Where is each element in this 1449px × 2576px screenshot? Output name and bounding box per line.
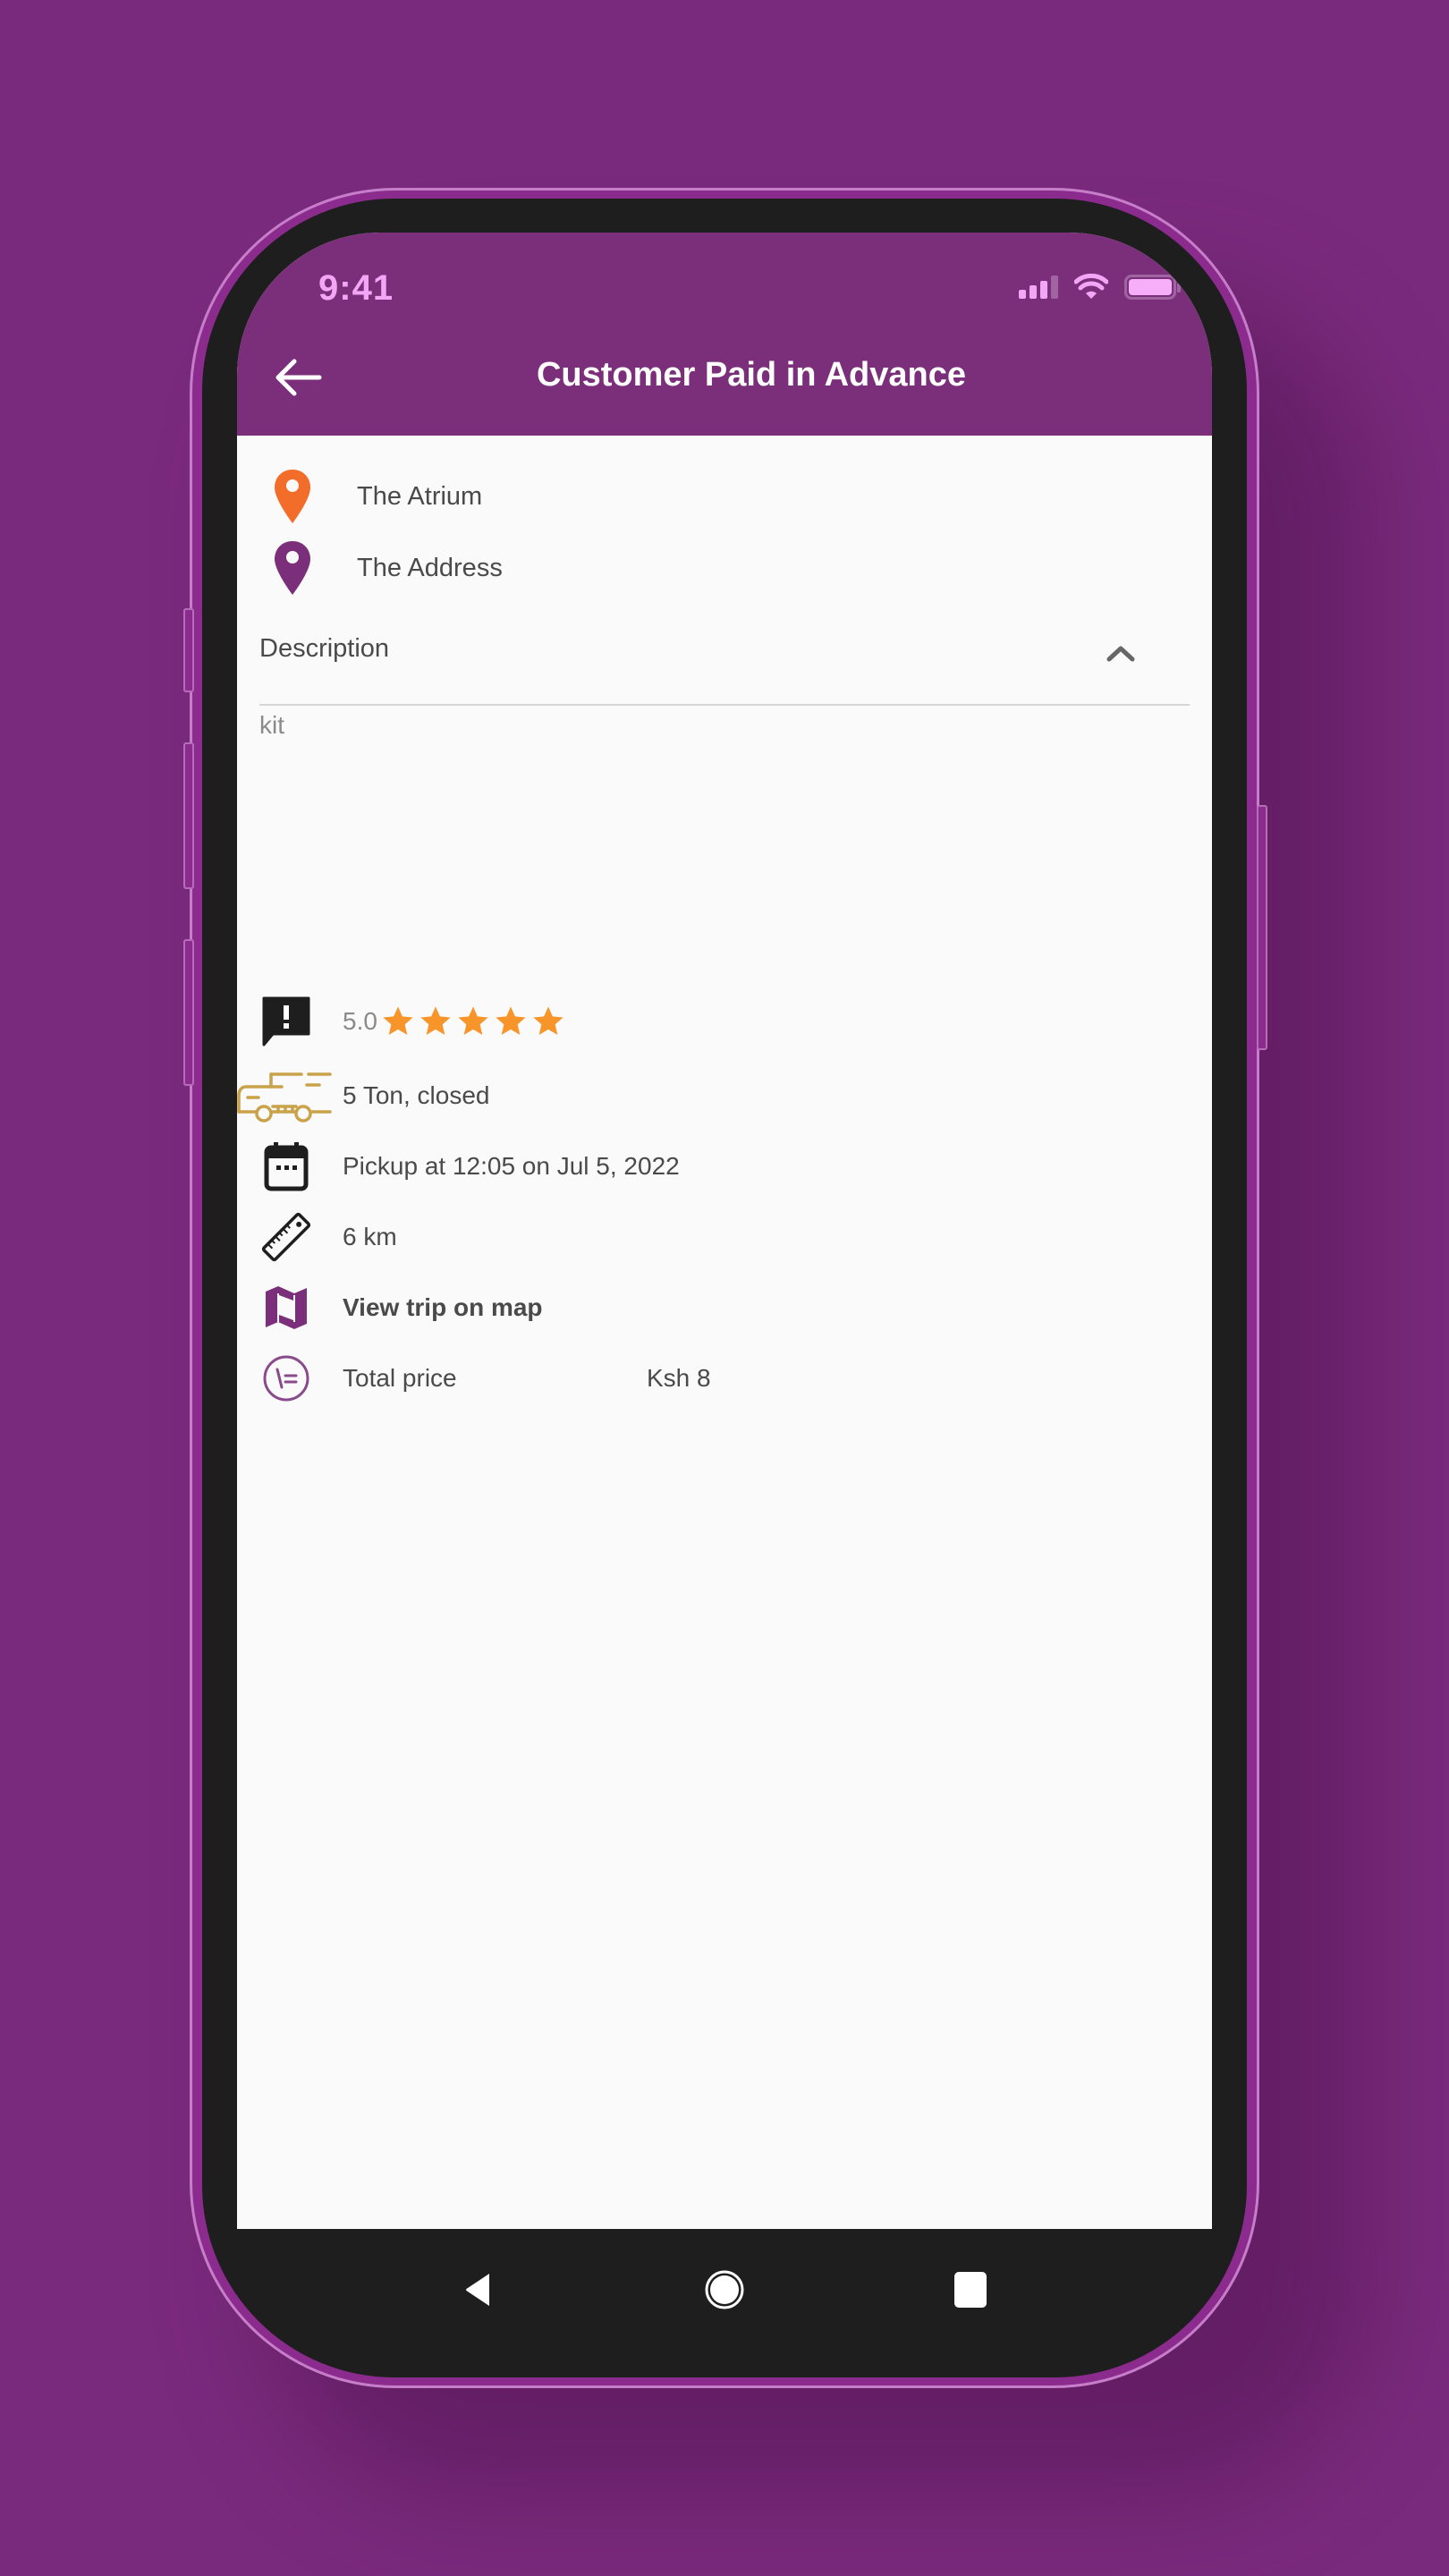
distance-row: 6 km — [255, 1208, 397, 1266]
mute-switch — [183, 608, 194, 692]
chevron-up-icon — [1106, 646, 1135, 662]
view-map-row[interactable]: View trip on map — [255, 1279, 543, 1336]
pickup-location-label: The Atrium — [357, 481, 483, 511]
rating-row: 5.0 — [255, 993, 567, 1050]
price-row: Total price Ksh 8 — [255, 1350, 881, 1407]
dropoff-location: The Address — [273, 539, 503, 597]
pickup-location: The Atrium — [273, 468, 482, 525]
app-screen: 9:41 Customer Paid in Advance The Atrium… — [237, 233, 1212, 2229]
volume-up-button — [183, 742, 194, 889]
status-icons — [1019, 274, 1181, 301]
page-title: Customer Paid in Advance — [536, 356, 967, 394]
distance: 6 km — [343, 1223, 397, 1250]
pickup-time-row: Pickup at 12:05 on Jul 5, 2022 — [255, 1138, 680, 1195]
dropoff-location-label: The Address — [357, 553, 503, 582]
nav-back-icon — [466, 2274, 489, 2306]
nav-recents-icon — [954, 2272, 987, 2308]
rating-value: 5.0 — [343, 1007, 377, 1035]
power-button — [1257, 805, 1267, 1050]
description-text: kit — [259, 711, 284, 739]
nav-recents-button[interactable] — [944, 2263, 997, 2317]
device-mockup-background: 9:41 Customer Paid in Advance The Atrium… — [0, 0, 1449, 2576]
star-icon — [383, 1006, 413, 1035]
signal-icon — [1019, 275, 1058, 299]
wifi-icon — [1074, 274, 1108, 299]
feedback-icon — [262, 996, 310, 1046]
description-toggle[interactable]: Description — [259, 623, 1190, 706]
nav-home-button[interactable] — [698, 2263, 751, 2317]
app-header: 9:41 Customer Paid in Advance — [237, 233, 1212, 436]
star-icon — [496, 1006, 526, 1035]
dropoff-pin-icon — [275, 541, 310, 595]
volume-down-button — [183, 939, 194, 1086]
vehicle-row: 5 Ton, closed — [237, 1067, 490, 1124]
view-trip-on-map-link[interactable]: View trip on map — [343, 1293, 543, 1322]
nav-home-icon — [705, 2270, 744, 2309]
battery-icon — [1124, 275, 1181, 300]
star-icon — [420, 1006, 451, 1035]
pickup-time: Pickup at 12:05 on Jul 5, 2022 — [343, 1152, 680, 1180]
star-icon — [458, 1006, 488, 1035]
description-label: Description — [259, 634, 390, 663]
status-time: 9:41 — [318, 268, 394, 308]
price-icon — [263, 1355, 309, 1402]
star-icon — [533, 1006, 564, 1035]
rating-stars — [379, 1004, 567, 1039]
vehicle-type: 5 Ton, closed — [343, 1081, 490, 1109]
system-nav-bar — [237, 2229, 1212, 2345]
map-icon — [266, 1286, 307, 1329]
ruler-icon — [261, 1212, 311, 1262]
pickup-pin-icon — [275, 470, 310, 523]
total-price-value: Ksh 8 — [647, 1364, 711, 1392]
truck-icon — [237, 1072, 332, 1123]
nav-back-button[interactable] — [452, 2263, 505, 2317]
total-price-label: Total price — [343, 1364, 457, 1392]
calendar-icon — [264, 1142, 309, 1191]
